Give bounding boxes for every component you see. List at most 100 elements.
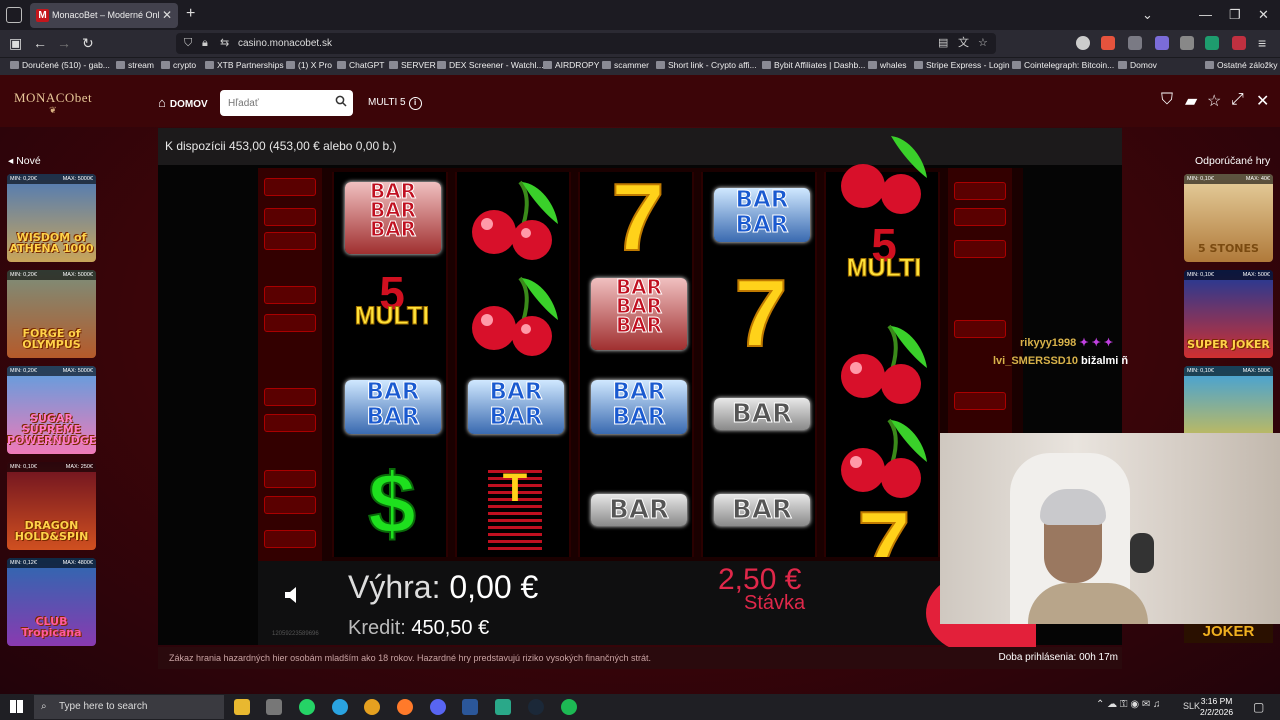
search-input[interactable]: [220, 90, 353, 116]
reel-3: 7 BAR BAR BAR BAR BAR BAR: [578, 167, 694, 557]
language-indicator[interactable]: SLK: [1183, 701, 1200, 711]
emote-icon: ✦ ✦ ✦: [1079, 337, 1114, 349]
word-icon[interactable]: [462, 699, 478, 715]
other-bookmarks[interactable]: Ostatné záložky: [1205, 60, 1277, 70]
search-icon[interactable]: [335, 95, 347, 107]
windows-taskbar: ⌕ Type here to search ⌃ ☁ ⚿ ◉ ✉ ♫ SLK 3:…: [0, 694, 1280, 720]
bookmark-item[interactable]: AIRDROPY: [543, 60, 599, 70]
lock-icon[interactable]: 🔒︎: [202, 33, 208, 54]
bookmark-item[interactable]: SERVER: [389, 60, 436, 70]
cherry-symbol: [829, 318, 939, 410]
translate-icon[interactable]: 文: [958, 33, 969, 54]
close-tab-icon[interactable]: ✕: [162, 3, 172, 28]
bookmark-item[interactable]: Short link - Crypto affi...: [656, 60, 757, 70]
reader-view-icon[interactable]: ▤: [938, 33, 948, 54]
bookmark-item[interactable]: Doručené (510) - gab...: [10, 60, 110, 70]
bookmark-item[interactable]: scammer: [602, 60, 649, 70]
win-label: Výhra:: [348, 569, 441, 605]
discord-icon[interactable]: [430, 699, 446, 715]
thumb-limits: MIN: 0,20€ MAX: 5000€: [7, 174, 96, 184]
game-thumbnail[interactable]: MIN: 0,20€ MAX: 5000€ FORGE of OLYMPUS: [7, 270, 96, 358]
extension-wallet-icon[interactable]: [1155, 36, 1169, 50]
back-icon[interactable]: ←: [33, 35, 47, 51]
forward-icon[interactable]: →: [57, 35, 71, 51]
bookmark-item[interactable]: Cointelegraph: Bitcoin...: [1012, 60, 1114, 70]
bookmark-item[interactable]: DEX Screener - Watchl...: [437, 60, 544, 70]
bookmark-item[interactable]: Bybit Affiliates | Dashb...: [762, 60, 865, 70]
extension-puzzle-icon[interactable]: [1128, 36, 1142, 50]
taskbar-search[interactable]: ⌕ Type here to search: [34, 695, 224, 719]
chat-line: rikyyy1998 ✦ ✦ ✦: [1020, 336, 1113, 349]
minimize-icon[interactable]: —: [1199, 7, 1212, 22]
winline-indicator: [264, 414, 316, 432]
system-tray-icons[interactable]: ⌃ ☁ ⚿ ◉ ✉ ♫: [1096, 699, 1161, 710]
fullscreen-icon[interactable]: ⤢: [1231, 91, 1244, 109]
bookmark-item[interactable]: XTB Partnerships: [205, 60, 284, 70]
seven-symbol: 7: [856, 502, 911, 557]
info-icon[interactable]: i: [408, 97, 422, 110]
bookmark-item[interactable]: ChatGPT: [337, 60, 384, 70]
bookmark-item[interactable]: (1) X Pro: [286, 60, 332, 70]
url-text: casino.monacobet.sk: [238, 38, 332, 49]
start-icon[interactable]: [10, 700, 23, 713]
win-display: Výhra: 0,00 €: [348, 569, 538, 606]
app-icon[interactable]: [495, 699, 511, 715]
wallet-icon[interactable]: ▰: [1185, 91, 1197, 111]
shield-icon[interactable]: ⛉: [1161, 91, 1173, 109]
game-thumbnail[interactable]: MIN: 0,10€ MAX: 500€ SUPER JOKER: [1184, 270, 1273, 358]
steam-icon[interactable]: [528, 699, 544, 715]
game-controls: Výhra: 0,00 € Kredit: 450,50 € 2,50 € St…: [258, 561, 1036, 655]
settings-icon[interactable]: [266, 699, 282, 715]
shield-icon[interactable]: ⛉: [184, 33, 192, 54]
bar-triple-symbol: BAR BAR BAR: [583, 270, 693, 362]
permissions-icon[interactable]: ⇆: [220, 33, 229, 54]
close-window-icon[interactable]: ✕: [1258, 7, 1269, 23]
extensions-icon[interactable]: [1180, 36, 1194, 50]
thumb-title: 5 STONES: [1198, 242, 1259, 255]
bookmark-item[interactable]: Domov: [1118, 60, 1157, 70]
notifications-icon[interactable]: ▢: [1253, 700, 1264, 714]
url-bar[interactable]: ⛉ 🔒︎ ⇆ casino.monacobet.sk ▤ 文 ☆: [176, 33, 996, 54]
whatsapp-icon[interactable]: [299, 699, 315, 715]
reload-icon[interactable]: ↻: [82, 35, 94, 52]
browser-tab[interactable]: M MonacoBet – Moderné Onl ✕: [30, 3, 178, 28]
tab-list-icon[interactable]: [6, 7, 22, 23]
game-thumbnail[interactable]: MIN: 0,10€ MAX: 40€ 5 STONES: [1184, 174, 1273, 262]
bookmark-star-icon[interactable]: ☆: [978, 33, 988, 54]
credit-value: 450,50 €: [411, 617, 490, 639]
spotify-icon[interactable]: [561, 699, 577, 715]
bookmark-item[interactable]: stream: [116, 60, 154, 70]
game-thumbnail[interactable]: MIN: 0,10€ MAX: 250€ DRAGON HOLD&SPIN: [7, 462, 96, 550]
sidebar-toggle-icon[interactable]: ▣: [9, 35, 22, 52]
bookmark-item[interactable]: whales: [868, 60, 906, 70]
new-tab-icon[interactable]: +: [186, 5, 195, 23]
menu-icon[interactable]: ≡: [1258, 35, 1266, 51]
game-thumbnail[interactable]: MIN: 0,20€ MAX: 5000€ SUGAR SUPREME POWER…: [7, 366, 96, 454]
restore-icon[interactable]: ❐: [1229, 7, 1241, 23]
home-link[interactable]: ⌂ DOMOV: [158, 95, 208, 110]
file-explorer-icon[interactable]: [234, 699, 250, 715]
extension-red-icon[interactable]: [1232, 36, 1246, 50]
bookmarks-bar: Doručené (510) - gab... stream crypto XT…: [0, 57, 1280, 75]
account-icon[interactable]: [1076, 36, 1090, 50]
close-game-icon[interactable]: ✕: [1256, 91, 1269, 111]
telegram-icon[interactable]: [332, 699, 348, 715]
thumb-title: SUGAR SUPREME POWERNUDGE: [7, 412, 96, 447]
bar-double-symbol: BAR BAR: [583, 366, 693, 458]
game-thumbnail[interactable]: MIN: 0,12€ MAX: 4800€ CLUB Tropicana: [7, 558, 96, 646]
winlines-left: [258, 168, 322, 561]
taskbar-clock[interactable]: 3:16 PM 2/2/2026: [1200, 696, 1233, 718]
speaker-icon[interactable]: [282, 583, 306, 607]
joker-thumb-label[interactable]: JOKER: [1184, 621, 1273, 643]
monacobet-logo[interactable]: MONACObet ❦: [14, 87, 92, 116]
extension-fox-icon[interactable]: [1101, 36, 1115, 50]
new-games-heading[interactable]: ◂ Nové: [8, 155, 41, 167]
favorite-star-icon[interactable]: ☆: [1207, 91, 1221, 111]
tab-dropdown-icon[interactable]: ⌄: [1142, 7, 1153, 23]
chrome-icon[interactable]: [364, 699, 380, 715]
bookmark-item[interactable]: crypto: [161, 60, 196, 70]
game-thumbnail[interactable]: MIN: 0,20€ MAX: 5000€ WISDOM of ATHENA 10…: [7, 174, 96, 262]
firefox-icon[interactable]: [397, 699, 413, 715]
extension-green-icon[interactable]: [1205, 36, 1219, 50]
bookmark-item[interactable]: Stripe Express - Login: [914, 60, 1010, 70]
